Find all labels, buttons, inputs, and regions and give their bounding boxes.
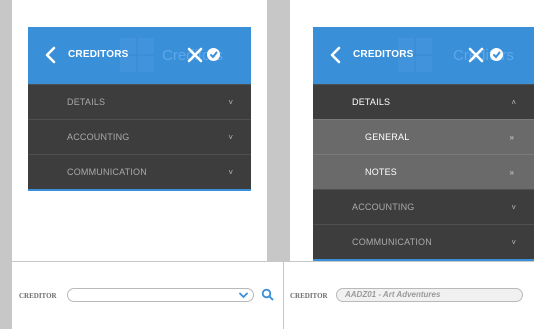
menu-item-label: ACCOUNTING <box>352 202 415 212</box>
chevron-down-icon: ˅ <box>228 133 233 142</box>
creditor-display-bar: CREDITOR AADZ01 - Art Adventures <box>284 262 534 329</box>
menu-item-details[interactable]: DETAILS ˅ <box>28 84 251 119</box>
submenu-item-notes[interactable]: NOTES » <box>313 154 534 189</box>
chevron-down-icon: ˅ <box>511 238 516 247</box>
menu-item-accounting[interactable]: ACCOUNTING ˅ <box>313 189 534 224</box>
menu-bottom-accent <box>28 189 251 191</box>
creditors-menu-collapsed: Creditors CREDITORS DETAILS ˅ ACCOUNTING… <box>28 27 251 191</box>
chevron-down-icon: ˅ <box>228 98 233 107</box>
submenu-item-general[interactable]: GENERAL » <box>313 119 534 154</box>
check-icon[interactable] <box>207 48 220 61</box>
chevron-down-icon: ˅ <box>511 203 516 212</box>
submenu-item-label: GENERAL <box>365 132 410 142</box>
menu-header: Creditors CREDITORS <box>313 27 534 84</box>
menu-title: CREDITORS <box>353 49 414 60</box>
menu-header: Creditors CREDITORS <box>28 27 251 84</box>
back-arrow-icon[interactable] <box>326 45 346 65</box>
chevron-down-icon[interactable] <box>239 292 248 299</box>
check-icon[interactable] <box>490 48 503 61</box>
creditor-label: CREDITOR <box>19 292 57 300</box>
creditor-label: CREDITOR <box>290 292 328 300</box>
search-icon[interactable] <box>261 288 274 301</box>
creditor-search-bar: CREDITOR <box>12 262 283 329</box>
menu-item-label: COMMUNICATION <box>67 167 147 177</box>
menu-title: CREDITORS <box>68 49 129 60</box>
left-panel: Creditors CREDITORS DETAILS ˅ ACCOUNTING… <box>12 0 267 261</box>
double-chevron-right-icon: » <box>509 133 514 142</box>
creditor-combobox[interactable] <box>67 288 254 302</box>
menu-item-communication[interactable]: COMMUNICATION ˅ <box>28 154 251 189</box>
menu-item-communication[interactable]: COMMUNICATION ˅ <box>313 224 534 259</box>
right-panel: Creditors CREDITORS DETAILS ˄ GENERAL » … <box>290 0 534 261</box>
chevron-down-icon: ˅ <box>228 168 233 177</box>
creditor-readonly-field: AADZ01 - Art Adventures <box>336 288 523 302</box>
menu-item-details[interactable]: DETAILS ˄ <box>313 84 534 119</box>
menu-item-label: DETAILS <box>67 97 106 107</box>
close-icon[interactable] <box>187 47 203 63</box>
close-icon[interactable] <box>468 47 484 63</box>
creditor-value: AADZ01 - Art Adventures <box>345 290 441 299</box>
menu-item-label: DETAILS <box>352 97 391 107</box>
submenu-item-label: NOTES <box>365 167 398 177</box>
menu-item-accounting[interactable]: ACCOUNTING ˅ <box>28 119 251 154</box>
double-chevron-right-icon: » <box>509 168 514 177</box>
creditors-menu-expanded: Creditors CREDITORS DETAILS ˄ GENERAL » … <box>313 27 534 261</box>
menu-item-label: ACCOUNTING <box>67 132 130 142</box>
menu-item-label: COMMUNICATION <box>352 237 432 247</box>
chevron-up-icon: ˄ <box>511 98 516 107</box>
menu-bottom-accent <box>313 259 534 261</box>
back-arrow-icon[interactable] <box>41 45 61 65</box>
